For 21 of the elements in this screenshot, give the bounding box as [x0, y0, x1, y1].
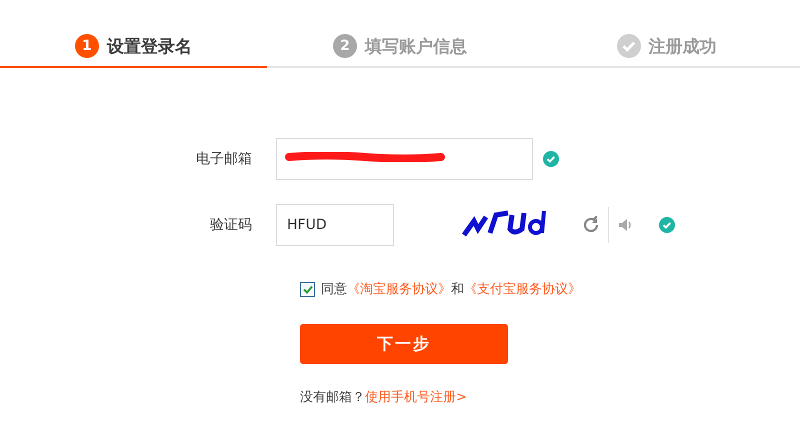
- phone-register-link[interactable]: 使用手机号注册>: [365, 388, 467, 406]
- email-field[interactable]: [276, 138, 533, 180]
- captcha-field[interactable]: HFUD: [276, 204, 394, 246]
- refresh-icon[interactable]: [582, 216, 600, 234]
- next-button[interactable]: 下一步: [300, 324, 508, 364]
- check-icon: [616, 34, 641, 58]
- field-label: 电子邮箱: [195, 150, 253, 168]
- step-tab[interactable]: 2 填写账户信息: [266, 26, 534, 68]
- agreement-link[interactable]: 《支付宝服务协议》: [464, 282, 581, 297]
- footer-text: 没有邮箱？: [300, 389, 365, 406]
- step-label: 填写账户信息: [365, 36, 467, 58]
- step-number: 1: [74, 34, 99, 58]
- step-label: 设置登录名: [106, 36, 192, 58]
- step-label: 注册成功: [648, 36, 717, 58]
- step-tab[interactable]: 1 设置登录名: [0, 26, 267, 68]
- step-tab[interactable]: 注册成功: [533, 26, 800, 68]
- agree-checkbox[interactable]: [300, 282, 315, 296]
- agreement-text: 同意《淘宝服务协议》和《支付宝服务协议》: [321, 281, 581, 298]
- step-number: 2: [333, 34, 357, 58]
- agreement-link[interactable]: 《淘宝服务协议》: [347, 282, 451, 297]
- field-label: 验证码: [209, 216, 253, 234]
